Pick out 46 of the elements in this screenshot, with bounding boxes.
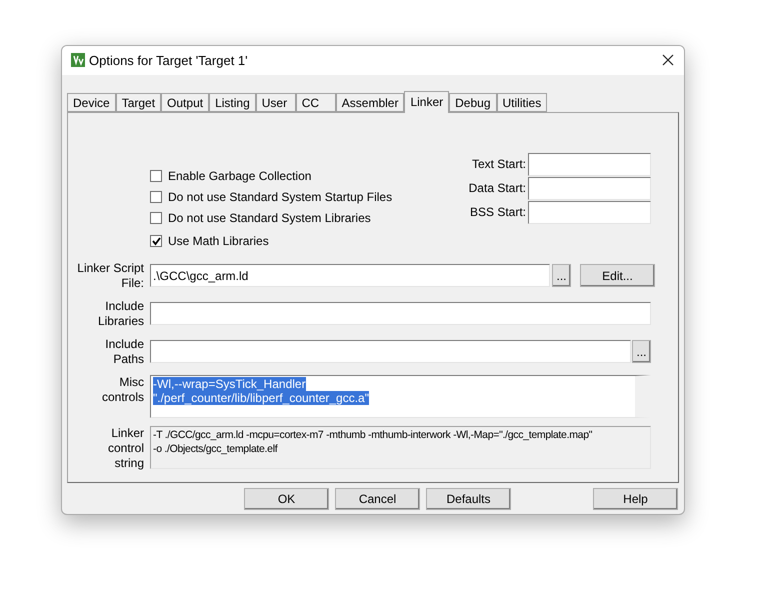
field-label: Linker control string (106, 426, 144, 471)
checkbox-label: Enable Garbage Collection (168, 168, 312, 186)
dialog-button[interactable]: Defaults (426, 488, 511, 510)
browse-button[interactable]: ... (632, 340, 651, 364)
field-label: Linker Script File: (76, 260, 144, 291)
tab[interactable]: Output (161, 92, 210, 112)
dialog-button[interactable]: OK (244, 488, 329, 510)
checkbox-label: Do not use Standard System Libraries (168, 210, 371, 228)
tab[interactable]: Assembler (336, 92, 404, 112)
checkbox[interactable] (150, 170, 162, 182)
tab[interactable]: Device (67, 92, 116, 112)
misc-controls-field[interactable]: -Wl,--wrap=SysTick_Handler "./perf_counter/lib/libperf_counter_gcc.a" (150, 374, 651, 418)
checkbox-label: Use Math Libraries (168, 233, 269, 250)
checkbox[interactable] (150, 235, 162, 248)
selected-text: "./perf_counter/lib/libperf_counter_gcc.a" (153, 390, 369, 405)
field-label: Include Paths (104, 336, 144, 367)
field-label: BSS Start: (468, 204, 526, 222)
app-icon (71, 53, 85, 68)
tab[interactable]: Listing (209, 92, 256, 112)
browse-button[interactable]: ... (552, 264, 571, 288)
checkbox[interactable] (150, 212, 162, 224)
edit-button[interactable]: Edit... (580, 264, 655, 288)
tab[interactable]: CC (296, 92, 336, 112)
control-string-field: -T ./GCC/gcc_arm.ld -mcpu=cortex-m7 -mthumb -mthumb-interwork -Wl,-Map="./gcc_template.map" -o ./Objects/gcc_template.elf (150, 426, 651, 469)
close-icon[interactable] (662, 54, 674, 66)
tab[interactable]: Linker (404, 90, 450, 113)
checkbox[interactable] (150, 191, 162, 204)
tab[interactable]: User (256, 92, 296, 112)
checkbox-label: Do not use Standard System Startup Files (168, 189, 392, 206)
dialog-button[interactable]: Cancel (335, 488, 420, 510)
dialog-button[interactable]: Help (593, 488, 678, 510)
tab[interactable]: Utilities (496, 92, 548, 112)
script-file-field[interactable]: .\GCC\gcc_arm.ld (150, 264, 550, 288)
paths-field[interactable] (150, 340, 631, 364)
field-label: Text Start: (470, 156, 526, 174)
selected-text: -Wl,--wrap=SysTick_Handler (153, 376, 306, 391)
address-field[interactable] (528, 152, 651, 176)
field-label: Misc controls (100, 374, 144, 405)
field-label: Include Libraries (96, 298, 144, 329)
tab[interactable]: Target (116, 92, 162, 112)
libraries-field[interactable] (150, 302, 651, 326)
field-label: Data Start: (468, 180, 526, 198)
address-field[interactable] (528, 176, 651, 200)
tab[interactable]: Debug (449, 92, 497, 112)
address-field[interactable] (528, 200, 651, 224)
window-title: Options for Target 'Target 1' (89, 52, 248, 70)
